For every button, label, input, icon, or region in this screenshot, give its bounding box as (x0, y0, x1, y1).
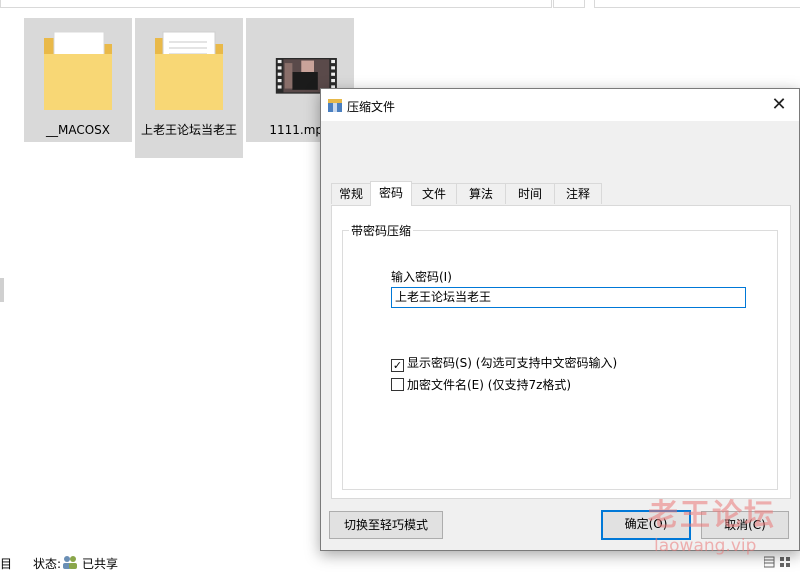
archive-app-icon (328, 99, 342, 112)
address-bar[interactable] (0, 0, 552, 8)
file-name: __MACOSX (45, 123, 110, 137)
status-label: 状态: (33, 557, 62, 571)
status-shared: 已共享 (82, 557, 119, 571)
dialog-titlebar[interactable]: 压缩文件 ✕ (321, 89, 799, 121)
folder-icon (155, 31, 223, 110)
password-panel: 带密码压缩 输入密码(I) 上老王论坛当老王 ✓ 显示密码(S) (勾选可支持中文… (331, 205, 791, 499)
tab-password[interactable]: 密码 (370, 181, 412, 206)
tab-general[interactable]: 常规 (331, 183, 371, 204)
folder-icon (44, 31, 112, 110)
status-bar: 目 状态: 已共享 (0, 552, 800, 571)
encrypt-filenames-label: 加密文件名(E) (仅支持7z格式) (407, 378, 572, 392)
close-icon[interactable]: ✕ (759, 89, 799, 121)
show-password-label: 显示密码(S) (勾选可支持中文密码输入) (407, 356, 618, 370)
file-name: 上老王论坛当老王 (140, 123, 237, 137)
encrypt-filenames-option[interactable]: 加密文件名(E) (仅支持7z格式) (391, 377, 571, 393)
password-label: 输入密码(I) (391, 270, 452, 284)
cancel-button[interactable]: 取消(C) (701, 511, 789, 539)
status-item-count: 目 (0, 557, 13, 571)
tab-algorithm[interactable]: 算法 (456, 183, 506, 204)
explorer-toolbar (0, 0, 800, 8)
file-item-macosx[interactable]: __MACOSX (24, 18, 132, 142)
people-icon (63, 556, 77, 569)
tab-time[interactable]: 时间 (505, 183, 555, 204)
file-item-folder[interactable]: 上老王论坛当老王 (135, 18, 243, 158)
dialog-title: 压缩文件 (347, 100, 396, 114)
view-toggle-icon[interactable] (764, 556, 792, 568)
password-group: 带密码压缩 输入密码(I) 上老王论坛当老王 ✓ 显示密码(S) (勾选可支持中文… (342, 222, 778, 490)
password-input[interactable]: 上老王论坛当老王 (391, 287, 746, 308)
encrypt-filenames-checkbox[interactable] (391, 378, 404, 391)
address-dropdown[interactable] (553, 0, 585, 8)
compress-dialog: 压缩文件 ✕ 常规 密码 文件 算法 时间 注释 带密码压缩 输入密码(I) 上… (320, 88, 800, 551)
ok-button[interactable]: 确定(O) (601, 510, 691, 540)
search-box[interactable] (594, 0, 800, 8)
scroll-indicator (0, 278, 4, 302)
group-title: 带密码压缩 (349, 222, 414, 239)
tab-comment[interactable]: 注释 (554, 183, 602, 204)
tab-files[interactable]: 文件 (411, 183, 457, 204)
show-password-checkbox[interactable]: ✓ (391, 359, 404, 372)
show-password-option[interactable]: ✓ 显示密码(S) (勾选可支持中文密码输入) (391, 355, 618, 372)
switch-mode-button[interactable]: 切换至轻巧模式 (329, 511, 443, 539)
